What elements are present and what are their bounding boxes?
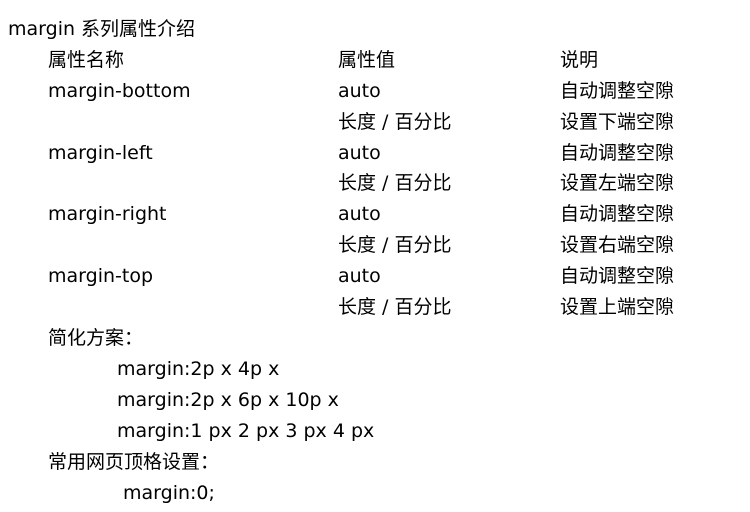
table-cell: auto: [338, 80, 381, 102]
table-cell: margin-right: [48, 203, 167, 226]
table-cell: auto: [338, 264, 381, 287]
table-cell: 长度 / 百分比: [338, 234, 452, 256]
table-cell: 长度 / 百分比: [338, 110, 452, 133]
column-header: 属性值: [338, 49, 396, 71]
table-cell: 自动调整空隙: [560, 80, 675, 102]
table-cell: margin-bottom: [48, 80, 191, 102]
table-cell: 自动调整空隙: [560, 203, 675, 226]
table-cell: margin-left: [48, 141, 153, 164]
table-cell: 长度 / 百分比: [338, 295, 452, 318]
table-cell: 设置右端空隙: [560, 234, 675, 256]
table-cell: 设置左端空隙: [560, 172, 675, 195]
table-cell: margin-top: [48, 264, 154, 287]
code-example: margin:1 px 2 px 3 px 4 px: [117, 420, 375, 442]
table-cell: 自动调整空隙: [560, 264, 675, 287]
table-cell: auto: [338, 141, 381, 164]
table-cell: auto: [338, 203, 381, 226]
table-cell: 长度 / 百分比: [338, 172, 452, 195]
table-cell: 设置上端空隙: [560, 295, 675, 318]
code-example: margin:2p x 4p x: [117, 358, 280, 380]
common-heading: 常用网页顶格设置：: [48, 451, 220, 473]
column-header: 属性名称: [48, 49, 125, 71]
column-header: 说明: [560, 49, 599, 71]
code-example: margin:2p x 6p x 10p x: [117, 389, 339, 411]
code-example: margin:0;: [123, 482, 215, 504]
table-cell: 设置下端空隙: [560, 110, 675, 133]
table-cell: 自动调整空隙: [560, 141, 675, 164]
page-title: margin 系列属性介绍: [8, 18, 196, 40]
shorthand-heading: 简化方案：: [48, 327, 144, 349]
